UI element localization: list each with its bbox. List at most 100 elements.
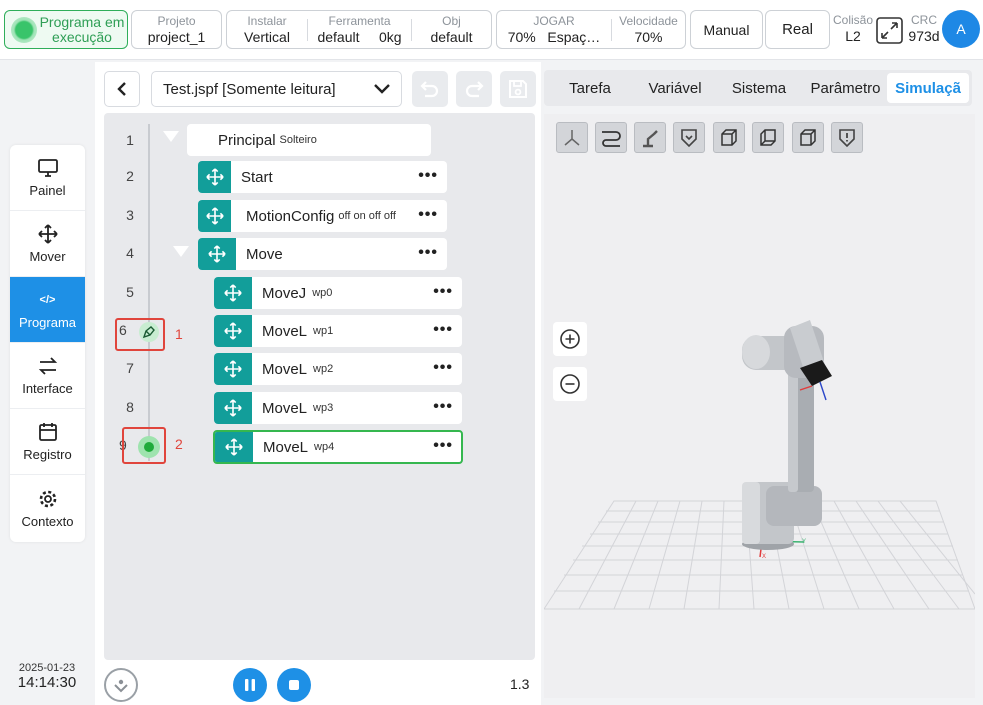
nav-label: Mover: [29, 249, 66, 264]
jog-value: 70% Espaç…: [497, 28, 611, 46]
pause-button[interactable]: [233, 668, 267, 702]
zoom-out-icon: [560, 374, 580, 394]
move-node-icon: [214, 392, 252, 424]
clock: 2025-01-23 14:14:30: [8, 662, 86, 691]
node-movel-wp1[interactable]: MoveL wp1 •••: [214, 315, 462, 347]
stop-button[interactable]: [277, 668, 311, 702]
tab-sistema[interactable]: Sistema: [714, 73, 804, 103]
node-move[interactable]: Move •••: [198, 238, 447, 270]
nav-label: Painel: [29, 183, 66, 198]
view-safety-button[interactable]: [673, 122, 705, 153]
undo-button[interactable]: [412, 71, 448, 107]
robot-scene: X Y: [544, 320, 975, 610]
collision-indicator[interactable]: Colisão L2: [832, 14, 874, 45]
zoom-in-button[interactable]: [553, 322, 587, 356]
node-movel-wp4[interactable]: MoveL wp4 •••: [213, 430, 463, 464]
node-movej-wp0[interactable]: MoveJ wp0 •••: [214, 277, 462, 309]
crc-indicator: CRC 973d: [904, 14, 944, 45]
move-node-icon: [198, 238, 236, 270]
project-label: Projeto: [157, 14, 196, 28]
node-motionconfig[interactable]: MotionConfig off on off off •••: [198, 200, 447, 232]
avatar[interactable]: A: [942, 10, 980, 48]
node-name: MoveL: [262, 399, 308, 417]
more-options-icon[interactable]: •••: [433, 322, 453, 338]
save-button[interactable]: [500, 71, 536, 107]
tab-tarefa[interactable]: Tarefa: [544, 73, 636, 103]
view-robot-button[interactable]: [634, 122, 666, 153]
node-movel-wp3[interactable]: MoveL wp3 •••: [214, 392, 462, 424]
shield-icon: [681, 128, 697, 147]
node-name: MoveL: [262, 360, 308, 378]
more-options-icon[interactable]: •••: [418, 168, 438, 184]
collapse-triangle-icon[interactable]: [163, 131, 179, 142]
move-node-icon: [214, 315, 252, 347]
collision-value: L2: [845, 28, 861, 44]
nav-label: Contexto: [21, 513, 74, 529]
view-path-button[interactable]: [595, 122, 627, 153]
annotation-box-2: [122, 427, 166, 464]
tab-variavel[interactable]: Variável: [636, 73, 714, 103]
chevron-left-icon: [117, 82, 126, 96]
monitor-icon: [37, 157, 58, 179]
nav-item-programa[interactable]: </> Programa: [10, 277, 85, 343]
nav-item-contexto[interactable]: Contexto: [10, 475, 85, 541]
project-box[interactable]: Projeto project_1: [131, 10, 222, 49]
calendar-icon: [38, 421, 58, 443]
manual-mode-button[interactable]: Manual: [690, 10, 763, 49]
line-number: 7: [126, 360, 134, 376]
move-node-icon: [214, 353, 252, 385]
node-subtitle: wp0: [312, 287, 333, 299]
cube-side-icon: [760, 128, 776, 146]
node-name: MotionConfig: [246, 207, 335, 225]
run-status-badge[interactable]: Programa em execução: [4, 10, 128, 49]
node-start[interactable]: Start •••: [198, 161, 447, 193]
collision-label: Colisão: [832, 13, 874, 27]
nav-item-interface[interactable]: Interface: [10, 343, 85, 409]
top-bar: Programa em execução Projeto project_1 I…: [0, 0, 983, 60]
redo-button[interactable]: [456, 71, 492, 107]
cube-front-icon: [721, 128, 737, 146]
more-options-icon[interactable]: •••: [433, 360, 453, 376]
node-subtitle: wp2: [313, 363, 334, 375]
zoom-out-button[interactable]: [553, 367, 587, 401]
collapse-triangle-icon[interactable]: [173, 246, 189, 257]
more-options-icon[interactable]: •••: [433, 284, 453, 300]
nav-item-painel[interactable]: Painel: [10, 145, 85, 211]
crc-value: 973d: [908, 28, 940, 44]
shield-alert-icon: [839, 128, 855, 147]
more-options-icon[interactable]: •••: [433, 399, 453, 415]
stop-icon: [289, 680, 299, 690]
move-node-icon: [198, 161, 231, 193]
program-file-name: Test.jspf [Somente leitura]: [163, 80, 336, 98]
view-cube-front-button[interactable]: [713, 122, 745, 153]
program-file-select[interactable]: Test.jspf [Somente leitura]: [151, 71, 402, 107]
install-value: Vertical: [244, 29, 290, 45]
view-alert-button[interactable]: [831, 122, 863, 153]
scroll-to-current-button[interactable]: [104, 668, 138, 702]
install-tool-obj-box[interactable]: Instalar Vertical Ferramenta default 0kg…: [226, 10, 492, 49]
node-movel-wp2[interactable]: MoveL wp2 •••: [214, 353, 462, 385]
simulation-3d-view[interactable]: X Y: [544, 114, 975, 698]
view-cube-side-button[interactable]: [752, 122, 784, 153]
more-options-icon[interactable]: •••: [433, 438, 453, 454]
move-icon: [37, 223, 58, 245]
tab-parametro[interactable]: Parâmetro: [804, 73, 887, 103]
tab-simulacao[interactable]: Simulaçã: [887, 73, 969, 103]
expand-icon[interactable]: [876, 17, 903, 44]
line-number: 4: [126, 245, 134, 261]
view-axes-button[interactable]: [556, 122, 588, 153]
more-options-icon[interactable]: •••: [418, 207, 438, 223]
jog-velocity-box[interactable]: JOGAR 70% Espaç… Velocidade 70%: [496, 10, 686, 49]
node-name: MoveJ: [262, 284, 307, 302]
more-options-icon[interactable]: •••: [418, 245, 438, 261]
chevron-down-icon: [374, 84, 390, 94]
node-principal[interactable]: Principal Solteiro: [187, 124, 431, 156]
run-status-text: Programa em execução: [39, 13, 125, 45]
back-button[interactable]: [104, 71, 140, 107]
real-mode-button[interactable]: Real: [765, 10, 830, 49]
tool-value: default 0kg: [308, 28, 411, 46]
nav-item-registro[interactable]: Registro: [10, 409, 85, 475]
node-name: Principal: [218, 131, 276, 149]
nav-item-mover[interactable]: Mover: [10, 211, 85, 277]
view-cube-top-button[interactable]: [792, 122, 824, 153]
